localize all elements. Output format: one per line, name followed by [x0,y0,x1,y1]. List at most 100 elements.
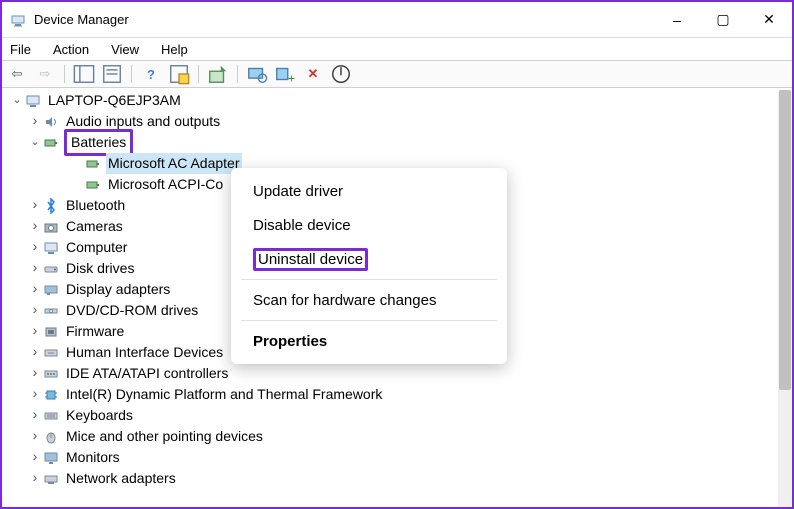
ctx-scan-hardware[interactable]: Scan for hardware changes [231,283,507,317]
scrollbar-thumb[interactable] [779,90,791,390]
ctx-item-label: Update driver [253,183,343,200]
toolbar-separator [131,65,132,83]
bluetooth-icon [42,197,60,215]
dvd-icon [42,302,60,320]
menu-help[interactable]: Help [157,40,192,59]
audio-icon [42,113,60,131]
tree-item-label: Network adapters [64,468,178,489]
tree-item-label: Computer [64,237,129,258]
chevron-right-icon[interactable] [28,194,42,217]
tree-item-label: Keyboards [64,405,135,426]
ctx-properties[interactable]: Properties [231,324,507,358]
ctx-disable-device[interactable]: Disable device [231,208,507,242]
camera-icon [42,218,60,236]
add-hardware-button[interactable]: + [274,63,296,85]
chip-icon [42,386,60,404]
remove-button[interactable]: ✕ [302,63,324,85]
menubar: File Action View Help [2,38,792,60]
chevron-right-icon[interactable] [28,362,42,385]
menu-action[interactable]: Action [49,40,93,59]
forward-button[interactable]: ⇨ [34,63,56,85]
ide-icon [42,365,60,383]
back-button[interactable]: ⇦ [6,63,28,85]
update-driver-button[interactable] [207,63,229,85]
tree-item-ide[interactable]: IDE ATA/ATAPI controllers [6,363,778,384]
tree-item-intel[interactable]: Intel(R) Dynamic Platform and Thermal Fr… [6,384,778,405]
hid-icon [42,344,60,362]
computer-icon [24,92,42,110]
ctx-item-label: Properties [253,333,327,350]
chevron-right-icon[interactable] [28,278,42,301]
tree-item-label: Human Interface Devices [64,342,225,363]
chevron-right-icon[interactable] [28,110,42,133]
tree-item-batteries[interactable]: Batteries [6,132,778,153]
highlight-uninstall: Uninstall device [253,248,368,271]
action-button[interactable] [168,63,190,85]
display-adapter-icon [42,281,60,299]
tree-item-monitors[interactable]: Monitors [6,447,778,468]
chevron-right-icon[interactable] [28,467,42,490]
tree-item-label: Microsoft ACPI-Co [106,174,225,195]
menu-view[interactable]: View [107,40,143,59]
tree-root-label: LAPTOP-Q6EJP3AM [46,90,183,111]
monitor-icon [42,449,60,467]
chevron-right-icon[interactable] [28,425,42,448]
disable-button[interactable] [330,63,352,85]
toolbar-separator [198,65,199,83]
battery-icon [84,176,102,194]
tree-item-network[interactable]: Network adapters [6,468,778,489]
battery-icon [42,134,60,152]
mouse-icon [42,428,60,446]
ctx-item-label: Uninstall device [258,251,363,268]
chevron-right-icon[interactable] [28,404,42,427]
tree-item-label: DVD/CD-ROM drives [64,300,200,321]
ctx-update-driver[interactable]: Update driver [231,174,507,208]
ctx-uninstall-device[interactable]: Uninstall device [231,242,507,276]
context-menu: Update driver Disable device Uninstall d… [231,168,507,364]
properties-button[interactable] [101,63,123,85]
chevron-right-icon[interactable] [28,236,42,259]
highlight-batteries: Batteries [64,129,133,156]
menu-file[interactable]: File [6,40,35,59]
maximize-button[interactable]: ▢ [700,2,746,37]
show-hide-tree-button[interactable] [73,63,95,85]
window-controls: – ▢ ✕ [654,2,792,37]
chevron-right-icon[interactable] [28,215,42,238]
computer-icon [42,239,60,257]
scrollbar-track[interactable] [778,90,792,507]
context-menu-separator [241,320,497,321]
tree-item-label: Intel(R) Dynamic Platform and Thermal Fr… [64,384,384,405]
scan-hardware-button[interactable] [246,63,268,85]
toolbar-separator [237,65,238,83]
svg-text:+: + [288,71,295,85]
device-manager-icon [10,12,26,28]
chevron-right-icon[interactable] [28,299,42,322]
network-icon [42,470,60,488]
chevron-right-icon[interactable] [28,320,42,343]
ctx-item-label: Scan for hardware changes [253,292,436,309]
tree-item-label: IDE ATA/ATAPI controllers [64,363,230,384]
tree-item-mice[interactable]: Mice and other pointing devices [6,426,778,447]
minimize-button[interactable]: – [654,2,700,37]
tree-item-label: Bluetooth [64,195,127,216]
help-button[interactable]: ? [140,63,162,85]
tree-item-label: Microsoft AC Adapter [106,153,242,174]
window-title: Device Manager [34,12,654,27]
toolbar: ⇦ ⇨ ? + ✕ [2,60,792,88]
tree-item-label: Mice and other pointing devices [64,426,265,447]
firmware-icon [42,323,60,341]
tree-item-label: Display adapters [64,279,172,300]
ctx-item-label: Disable device [253,217,351,234]
chevron-right-icon[interactable] [28,446,42,469]
tree-item-keyboards[interactable]: Keyboards [6,405,778,426]
keyboard-icon [42,407,60,425]
chevron-right-icon[interactable] [28,341,42,364]
chevron-right-icon[interactable] [28,383,42,406]
tree-root[interactable]: LAPTOP-Q6EJP3AM [6,90,778,111]
chevron-right-icon[interactable] [28,257,42,280]
chevron-down-icon[interactable] [28,132,42,153]
chevron-down-icon[interactable] [10,90,24,111]
tree-item-label: Batteries [69,134,128,150]
tree-item-label: Disk drives [64,258,136,279]
close-button[interactable]: ✕ [746,2,792,37]
